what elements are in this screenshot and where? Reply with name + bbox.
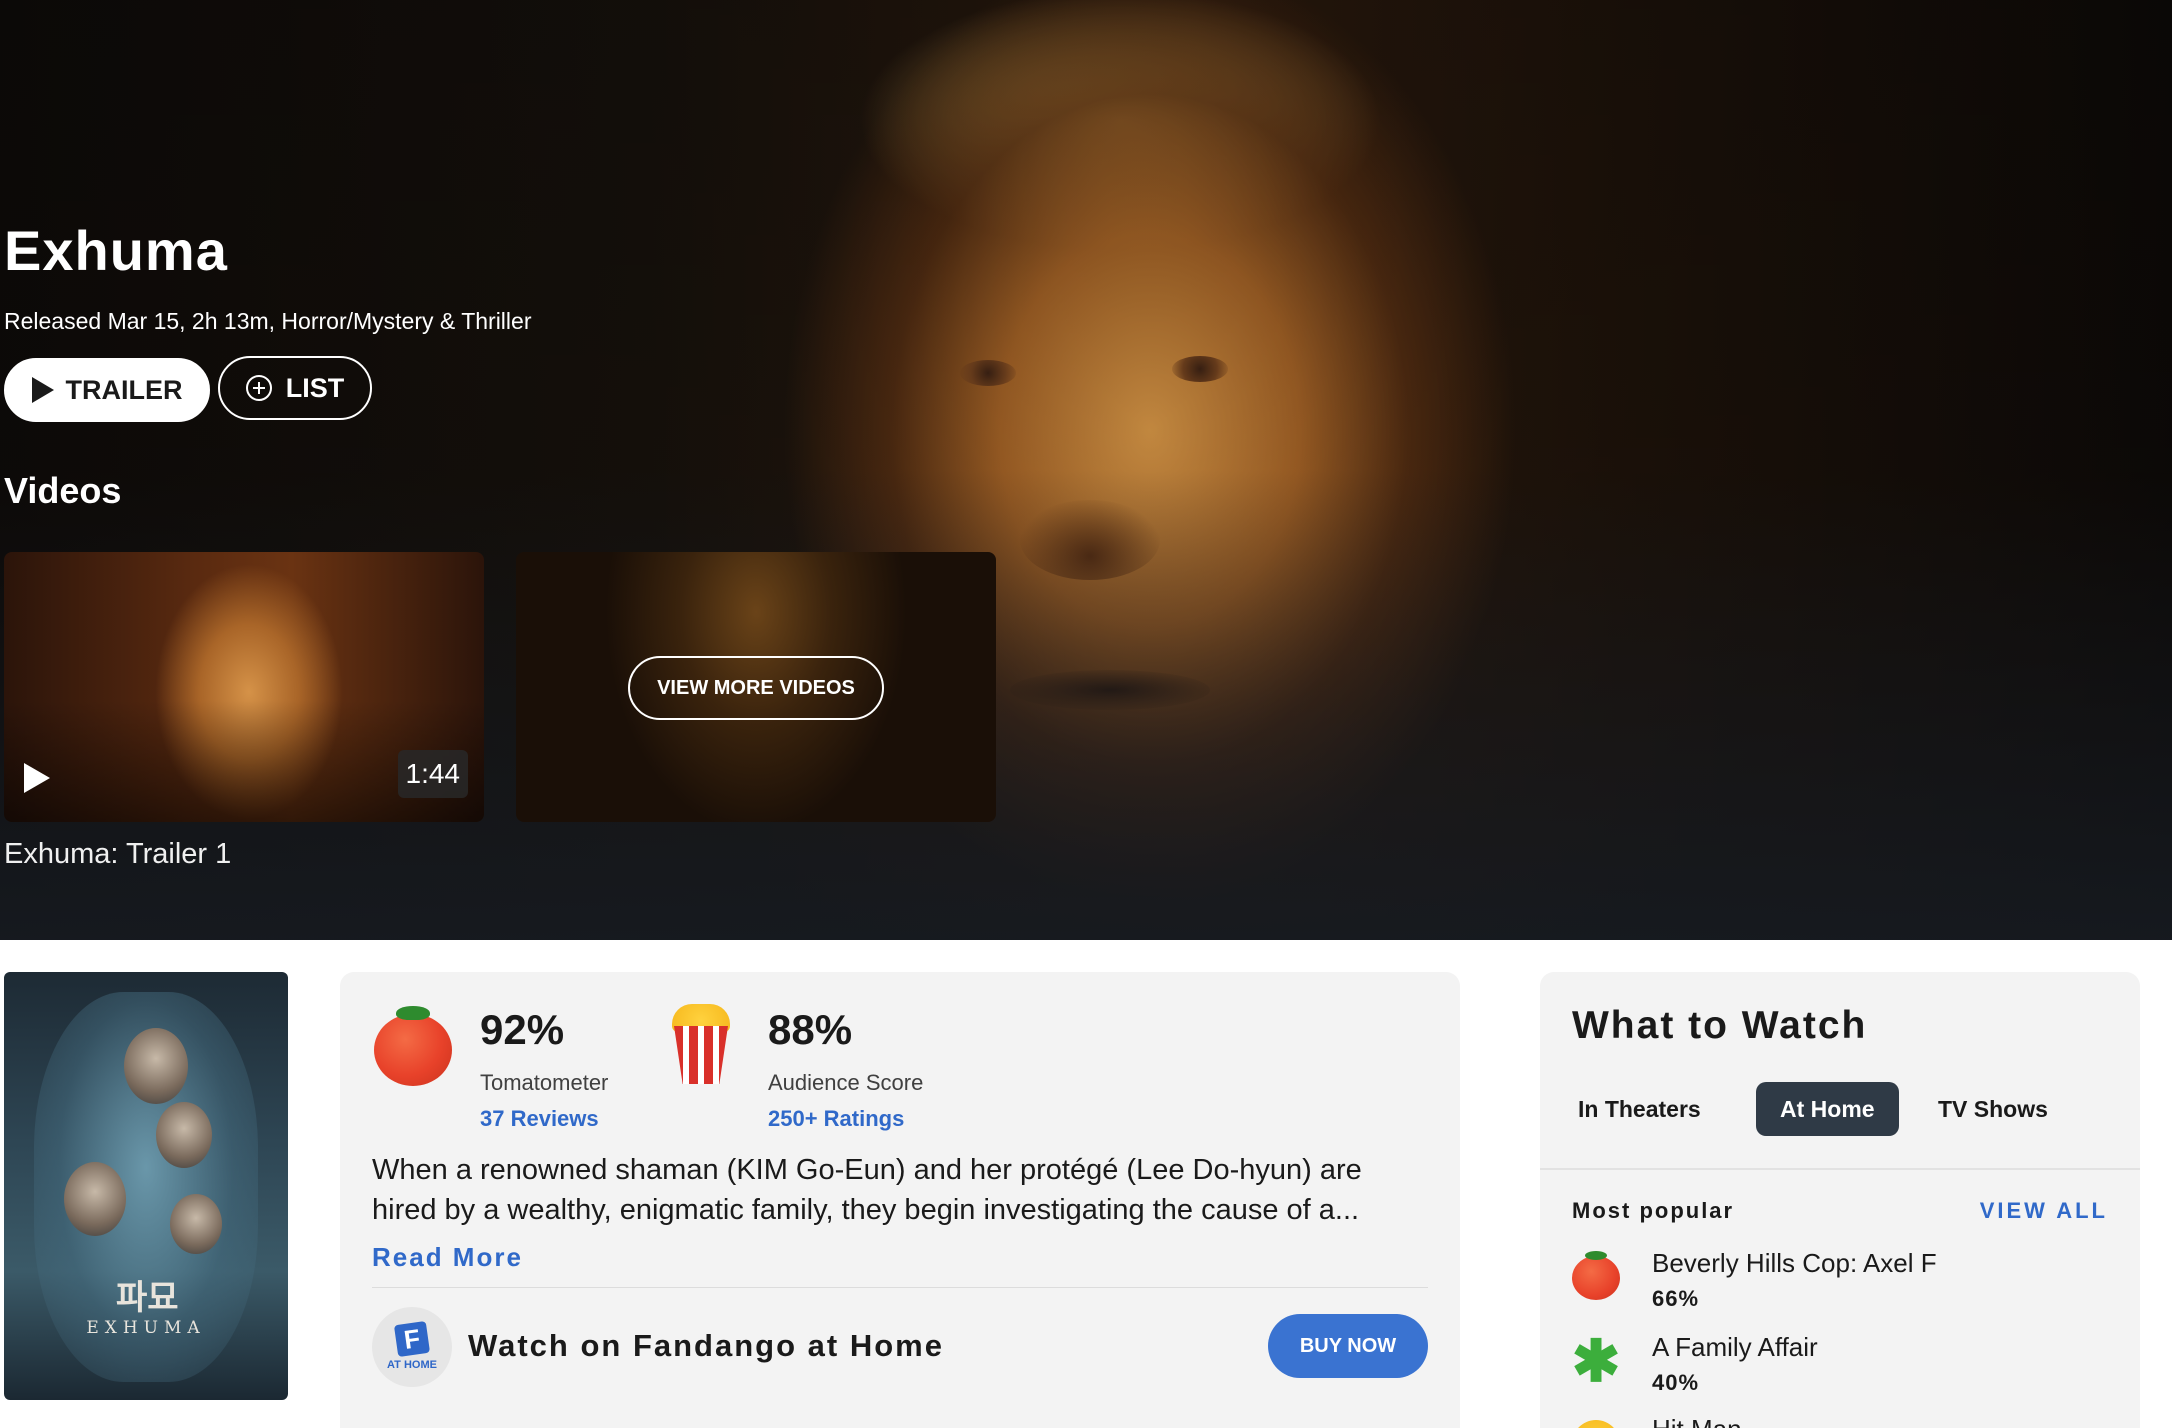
tomatometer-icon bbox=[374, 1006, 452, 1086]
ratings-link[interactable]: 250+ Ratings bbox=[768, 1106, 904, 1132]
view-all-link[interactable]: VIEW ALL bbox=[1980, 1198, 2108, 1224]
divider bbox=[372, 1287, 1428, 1288]
poster-title: EXHUMA bbox=[86, 1318, 206, 1338]
video-duration: 1:44 bbox=[397, 750, 468, 798]
what-to-watch-panel: What to Watch In Theaters At Home TV Sho… bbox=[1540, 972, 2140, 1428]
add-to-list-button[interactable]: LIST bbox=[218, 356, 372, 420]
hero-banner: Exhuma Released Mar 15, 2h 13m, Horror/M… bbox=[0, 0, 2172, 940]
poster-figure bbox=[64, 1162, 126, 1236]
tomato-icon bbox=[1572, 1251, 1620, 1300]
list-item-title[interactable]: Hit Man bbox=[1652, 1414, 1742, 1428]
list-item-score: 40% bbox=[1652, 1370, 1700, 1395]
tomatometer-label: Tomatometer bbox=[480, 1070, 609, 1095]
what-to-watch-title: What to Watch bbox=[1572, 1004, 1868, 1047]
play-icon[interactable] bbox=[24, 763, 50, 793]
splat-icon: ✱ bbox=[1571, 1329, 1621, 1394]
most-popular-label: Most popular bbox=[1572, 1198, 1735, 1223]
tab-tv-shows[interactable]: TV Shows bbox=[1914, 1082, 2072, 1136]
watch-on-fandango-text: Watch on Fandango at Home bbox=[468, 1328, 944, 1363]
movie-title: Exhuma bbox=[4, 219, 228, 282]
score-card: 92% Tomatometer 37 Reviews 88% Audience … bbox=[340, 972, 1460, 1428]
list-item-score: 66% bbox=[1652, 1286, 1700, 1311]
audience-score-label: Audience Score bbox=[768, 1070, 924, 1095]
audience-score: 88% bbox=[768, 1006, 853, 1053]
poster-figure bbox=[124, 1028, 188, 1104]
list-item-title[interactable]: A Family Affair bbox=[1652, 1332, 1818, 1363]
buy-now-button[interactable]: BUY NOW bbox=[1268, 1314, 1428, 1378]
poster-figure bbox=[156, 1102, 212, 1168]
fandango-at-home-logo: F AT HOME bbox=[372, 1307, 452, 1387]
movie-poster[interactable]: 파묘 EXHUMA bbox=[4, 972, 288, 1400]
play-icon bbox=[31, 377, 54, 403]
divider bbox=[1540, 1168, 2140, 1170]
fandango-logo-text: AT HOME bbox=[387, 1359, 437, 1371]
tomatometer-score: 92% bbox=[480, 1006, 565, 1053]
trailer-button-label: TRAILER bbox=[65, 374, 183, 405]
tab-in-theaters[interactable]: In Theaters bbox=[1554, 1082, 1725, 1136]
poster-korean-title: 파묘 bbox=[116, 1278, 179, 1318]
poster-figure bbox=[170, 1194, 222, 1254]
add-circle-icon bbox=[245, 375, 272, 401]
movie-meta: Released Mar 15, 2h 13m, Horror/Mystery … bbox=[4, 308, 532, 334]
list-item-title[interactable]: Beverly Hills Cop: Axel F bbox=[1652, 1248, 1937, 1279]
videos-heading: Videos bbox=[4, 470, 122, 511]
synopsis: When a renowned shaman (KIM Go-Eun) and … bbox=[372, 1154, 1362, 1226]
trailer-button[interactable]: TRAILER bbox=[4, 358, 210, 422]
popcorn-icon bbox=[670, 1004, 732, 1086]
video-thumbnail[interactable]: 1:44 bbox=[4, 552, 484, 822]
list-button-label: LIST bbox=[285, 372, 345, 403]
video-caption[interactable]: Exhuma: Trailer 1 bbox=[4, 838, 231, 871]
view-more-videos-button[interactable]: VIEW MORE VIDEOS bbox=[628, 656, 884, 720]
view-more-videos-card: VIEW MORE VIDEOS bbox=[516, 552, 996, 822]
popcorn-icon bbox=[1572, 1420, 1620, 1428]
fandango-icon: F bbox=[393, 1320, 431, 1358]
tab-at-home[interactable]: At Home bbox=[1756, 1082, 1899, 1136]
reviews-link[interactable]: 37 Reviews bbox=[480, 1106, 599, 1132]
read-more-link[interactable]: Read More bbox=[372, 1242, 523, 1273]
